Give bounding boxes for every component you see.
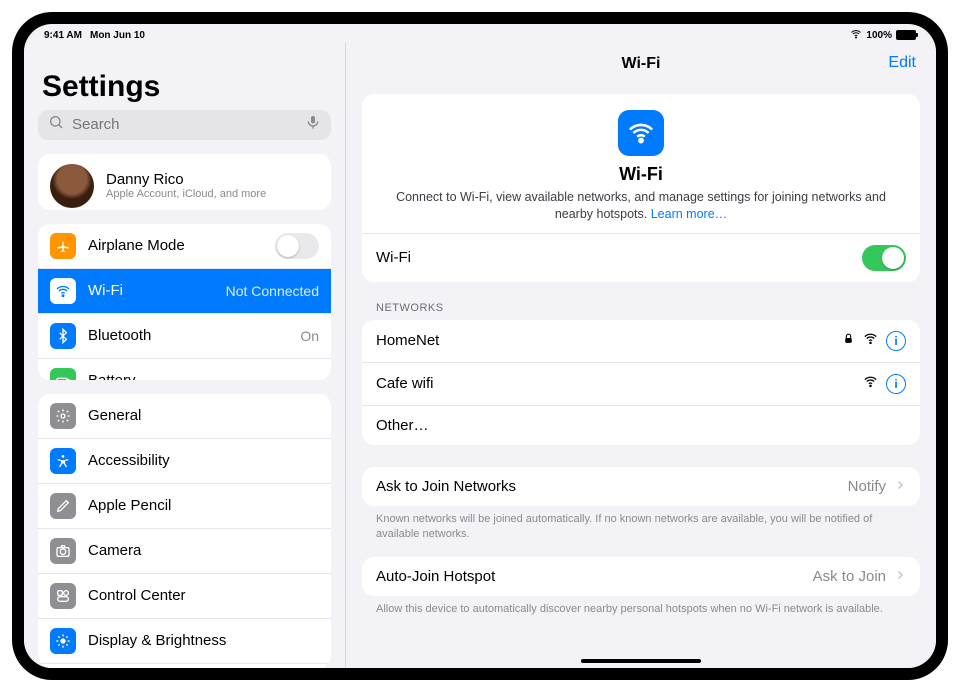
wifi-hero-card: Wi-Fi Connect to Wi-Fi, view available n… (362, 94, 920, 282)
sidebar-item-camera[interactable]: Camera (38, 528, 331, 573)
nav-title: Wi-Fi (622, 55, 661, 73)
auto-hotspot-value: Ask to Join (813, 568, 886, 585)
chevron-right-icon (894, 478, 906, 495)
battery-settings-icon (50, 368, 76, 380)
sidebar-item-display[interactable]: Display & Brightness (38, 618, 331, 663)
auto-hotspot-footer: Allow this device to automatically disco… (362, 596, 920, 617)
bluetooth-label: Bluetooth (88, 327, 288, 344)
display-label: Display & Brightness (88, 632, 319, 649)
network-info-button[interactable]: i (886, 374, 906, 394)
auto-hotspot-label: Auto-Join Hotspot (376, 568, 495, 585)
battery-pct: 100% (866, 30, 892, 41)
sidebar-item-general[interactable]: General (38, 394, 331, 438)
sidebar-item-wifi[interactable]: Wi-Fi Not Connected (38, 268, 331, 313)
status-date: Mon Jun 10 (90, 30, 145, 41)
bluetooth-icon (50, 323, 76, 349)
hero-description: Connect to Wi-Fi, view available network… (386, 189, 896, 223)
search-icon (48, 114, 64, 135)
ask-join-value: Notify (848, 478, 886, 495)
general-label: General (88, 407, 319, 424)
camera-label: Camera (88, 542, 319, 559)
airplane-icon (50, 233, 76, 259)
display-icon (50, 628, 76, 654)
detail-scroll[interactable]: Wi-Fi Connect to Wi-Fi, view available n… (346, 86, 936, 668)
sidebar-item-pencil[interactable]: Apple Pencil (38, 483, 331, 528)
ask-join-label: Ask to Join Networks (376, 478, 516, 495)
profile-subtitle: Apple Account, iCloud, and more (106, 188, 266, 200)
bluetooth-value: On (300, 328, 319, 344)
profile-name: Danny Rico (106, 171, 266, 188)
chevron-right-icon (894, 568, 906, 585)
control-center-label: Control Center (88, 587, 319, 604)
sidebar-item-airplane[interactable]: Airplane Mode (38, 224, 331, 268)
wifi-icon (50, 278, 76, 304)
wifi-master-toggle[interactable] (862, 245, 906, 271)
pencil-icon (50, 493, 76, 519)
camera-icon (50, 538, 76, 564)
screen: 9:41 AM Mon Jun 10 100% Settings (24, 24, 936, 668)
wifi-master-toggle-row: Wi-Fi (362, 233, 920, 282)
battery-icon (896, 30, 916, 40)
edit-button[interactable]: Edit (888, 54, 916, 72)
search-field[interactable] (38, 110, 331, 140)
accessibility-icon (50, 448, 76, 474)
sidebar-item-bluetooth[interactable]: Bluetooth On (38, 313, 331, 358)
wifi-value: Not Connected (226, 283, 319, 299)
airplane-toggle[interactable] (275, 233, 319, 259)
ask-join-row[interactable]: Ask to Join Networks Notify (362, 467, 920, 506)
network-row-other[interactable]: Other… (362, 405, 920, 445)
auto-hotspot-row[interactable]: Auto-Join Hotspot Ask to Join (362, 557, 920, 596)
other-label: Other… (376, 417, 429, 434)
gear-icon (50, 403, 76, 429)
control-center-icon (50, 583, 76, 609)
airplane-label: Airplane Mode (88, 237, 263, 254)
detail-pane: Wi-Fi Edit Wi-Fi Connect to Wi-Fi, view … (346, 42, 936, 668)
sidebar-title: Settings (42, 70, 327, 104)
sidebar-item-control-center[interactable]: Control Center (38, 573, 331, 618)
sidebar-group-connectivity: Airplane Mode Wi-Fi Not Connected (38, 224, 331, 380)
search-input[interactable] (70, 115, 299, 134)
hero-title: Wi-Fi (386, 164, 896, 185)
ask-join-group: Ask to Join Networks Notify (362, 467, 920, 506)
mic-icon[interactable] (305, 114, 321, 135)
pencil-label: Apple Pencil (88, 497, 319, 514)
ipad-frame: 9:41 AM Mon Jun 10 100% Settings (12, 12, 948, 680)
lock-icon (842, 332, 855, 349)
network-info-button[interactable]: i (886, 331, 906, 351)
wifi-label: Wi-Fi (88, 282, 214, 299)
profile-card[interactable]: Danny Rico Apple Account, iCloud, and mo… (38, 154, 331, 210)
avatar (50, 164, 94, 208)
sidebar-item-accessibility[interactable]: Accessibility (38, 438, 331, 483)
status-time: 9:41 AM (44, 30, 82, 41)
battery-label: Battery (88, 372, 319, 380)
wifi-toggle-label: Wi-Fi (376, 249, 411, 266)
navbar: Wi-Fi Edit (346, 42, 936, 86)
accessibility-label: Accessibility (88, 452, 319, 469)
home-indicator[interactable] (581, 659, 701, 663)
network-row-cafe[interactable]: Cafe wifi i (362, 362, 920, 405)
status-bar: 9:41 AM Mon Jun 10 100% (24, 24, 936, 42)
hero-desc-text: Connect to Wi-Fi, view available network… (396, 190, 886, 221)
wifi-signal-icon (863, 331, 878, 350)
auto-hotspot-group: Auto-Join Hotspot Ask to Join (362, 557, 920, 596)
network-name: HomeNet (376, 332, 439, 349)
wifi-signal-icon (863, 374, 878, 393)
networks-list: HomeNet i Cafe wifi (362, 320, 920, 445)
wifi-hero-icon (618, 110, 664, 156)
sidebar-item-battery[interactable]: Battery (38, 358, 331, 380)
sidebar-item-home-screen[interactable]: Home Screen & App Library (38, 663, 331, 668)
networks-header: NETWORKS (376, 302, 916, 314)
sidebar: Settings Danny Rico (24, 42, 346, 668)
network-row-homenet[interactable]: HomeNet i (362, 320, 920, 362)
ask-join-footer: Known networks will be joined automatica… (362, 506, 920, 542)
learn-more-link[interactable]: Learn more… (651, 207, 727, 221)
network-name: Cafe wifi (376, 375, 434, 392)
wifi-status-icon (850, 28, 862, 43)
sidebar-group-general: General Accessibility Apple Pencil (38, 394, 331, 668)
